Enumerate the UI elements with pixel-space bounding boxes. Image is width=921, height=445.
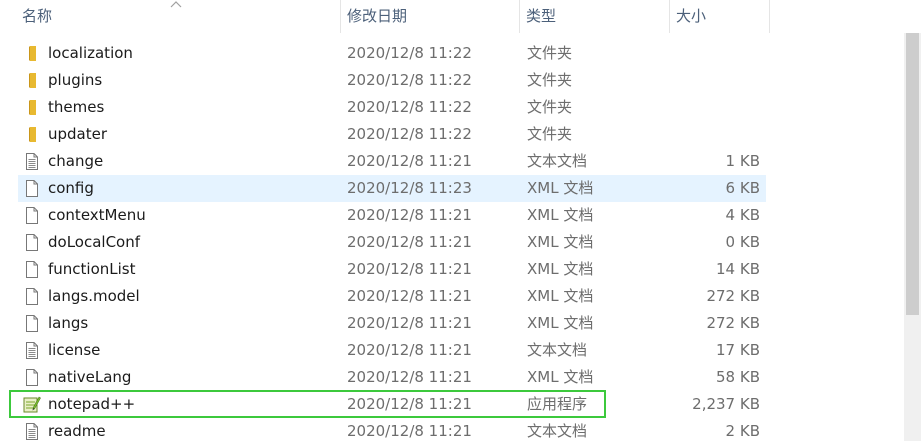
file-modified-date: 2020/12/8 11:21	[347, 395, 472, 413]
file-type: XML 文档	[527, 233, 594, 251]
file-name: langs.model	[48, 287, 140, 305]
file-modified-date: 2020/12/8 11:21	[347, 260, 472, 278]
file-size: 2,237 KB	[692, 395, 760, 413]
file-name: localization	[48, 44, 133, 62]
file-size: 58 KB	[716, 368, 760, 386]
file-row[interactable]: notepad++ 2020/12/8 11:21 应用程序 2,237 KB	[18, 391, 766, 418]
file-type: 文件夹	[527, 98, 573, 116]
file-size: 272 KB	[706, 314, 760, 332]
file-type: XML 文档	[527, 260, 594, 278]
file-modified-date: 2020/12/8 11:21	[347, 152, 472, 170]
file-row[interactable]: change 2020/12/8 11:21 文本文档 1 KB	[18, 148, 766, 175]
file-name: themes	[48, 98, 105, 116]
file-modified-date: 2020/12/8 11:21	[347, 341, 472, 359]
file-name: license	[48, 341, 101, 359]
file-type: XML 文档	[527, 314, 594, 332]
file-modified-date: 2020/12/8 11:22	[347, 125, 472, 143]
document-icon	[24, 369, 40, 386]
column-header-bar: 名称 修改日期 类型 大小	[0, 0, 921, 33]
file-size: 1 KB	[725, 152, 760, 170]
column-header-size[interactable]: 大小	[670, 0, 769, 33]
file-row[interactable]: nativeLang 2020/12/8 11:21 XML 文档 58 KB	[18, 364, 766, 391]
document-icon	[24, 288, 40, 305]
file-row[interactable]: doLocalConf 2020/12/8 11:21 XML 文档 0 KB	[18, 229, 766, 256]
file-row[interactable]: localization 2020/12/8 11:22 文件夹	[18, 40, 766, 67]
document-icon	[24, 234, 40, 251]
column-header-modified-label: 修改日期	[347, 7, 408, 25]
file-modified-date: 2020/12/8 11:22	[347, 71, 472, 89]
column-header-size-label: 大小	[676, 7, 707, 25]
sort-ascending-icon	[170, 1, 182, 8]
column-header-type-label: 类型	[526, 7, 557, 25]
file-type: 文件夹	[527, 125, 573, 143]
file-row[interactable]: langs 2020/12/8 11:21 XML 文档 272 KB	[18, 310, 766, 337]
file-modified-date: 2020/12/8 11:21	[347, 368, 472, 386]
file-name: functionList	[48, 260, 136, 278]
scrollbar-thumb[interactable]	[906, 33, 919, 315]
file-type: XML 文档	[527, 179, 594, 197]
file-row[interactable]: themes 2020/12/8 11:22 文件夹	[18, 94, 766, 121]
file-size: 17 KB	[716, 341, 760, 359]
file-row[interactable]: langs.model 2020/12/8 11:21 XML 文档 272 KB	[18, 283, 766, 310]
file-row[interactable]: plugins 2020/12/8 11:22 文件夹	[18, 67, 766, 94]
file-size: 0 KB	[725, 233, 760, 251]
document-icon	[24, 261, 40, 278]
file-row[interactable]: contextMenu 2020/12/8 11:21 XML 文档 4 KB	[18, 202, 766, 229]
column-divider[interactable]	[769, 0, 770, 33]
file-type: 文本文档	[527, 152, 588, 170]
file-modified-date: 2020/12/8 11:21	[347, 206, 472, 224]
file-modified-date: 2020/12/8 11:22	[347, 44, 472, 62]
text-document-icon	[24, 153, 40, 170]
document-icon	[24, 315, 40, 332]
file-type: 文件夹	[527, 71, 573, 89]
column-header-modified[interactable]: 修改日期	[341, 0, 519, 33]
notepad-app-icon	[23, 395, 41, 413]
file-row[interactable]: functionList 2020/12/8 11:21 XML 文档 14 KB	[18, 256, 766, 283]
file-name: notepad++	[48, 395, 136, 413]
folder-icon	[24, 72, 40, 89]
file-modified-date: 2020/12/8 11:21	[347, 233, 472, 251]
file-modified-date: 2020/12/8 11:22	[347, 98, 472, 116]
file-size: 4 KB	[725, 206, 760, 224]
folder-icon	[24, 126, 40, 143]
file-size: 272 KB	[706, 287, 760, 305]
file-type: 文件夹	[527, 44, 573, 62]
text-document-icon	[24, 423, 40, 440]
file-type: 文本文档	[527, 341, 588, 359]
column-header-name-label: 名称	[22, 7, 53, 25]
document-icon	[24, 180, 40, 197]
file-size: 6 KB	[725, 179, 760, 197]
file-name: langs	[48, 314, 89, 332]
folder-icon	[24, 45, 40, 62]
folder-icon	[24, 99, 40, 116]
file-name: doLocalConf	[48, 233, 141, 251]
file-name: config	[48, 179, 94, 197]
vertical-scrollbar[interactable]	[904, 33, 921, 441]
file-name: change	[48, 152, 104, 170]
file-modified-date: 2020/12/8 11:21	[347, 287, 472, 305]
file-name: contextMenu	[48, 206, 146, 224]
text-document-icon	[24, 342, 40, 359]
file-type: 应用程序	[527, 395, 588, 413]
file-modified-date: 2020/12/8 11:21	[347, 314, 472, 332]
column-header-type[interactable]: 类型	[520, 0, 669, 33]
file-name: updater	[48, 125, 108, 143]
file-modified-date: 2020/12/8 11:23	[347, 179, 472, 197]
file-type: XML 文档	[527, 368, 594, 386]
file-row[interactable]: license 2020/12/8 11:21 文本文档 17 KB	[18, 337, 766, 364]
file-name: plugins	[48, 71, 103, 89]
file-row[interactable]: config 2020/12/8 11:23 XML 文档 6 KB	[18, 175, 766, 202]
document-icon	[24, 207, 40, 224]
file-type: XML 文档	[527, 206, 594, 224]
file-size: 14 KB	[716, 260, 760, 278]
file-row[interactable]: updater 2020/12/8 11:22 文件夹	[18, 121, 766, 148]
file-type: XML 文档	[527, 287, 594, 305]
file-name: nativeLang	[48, 368, 132, 386]
